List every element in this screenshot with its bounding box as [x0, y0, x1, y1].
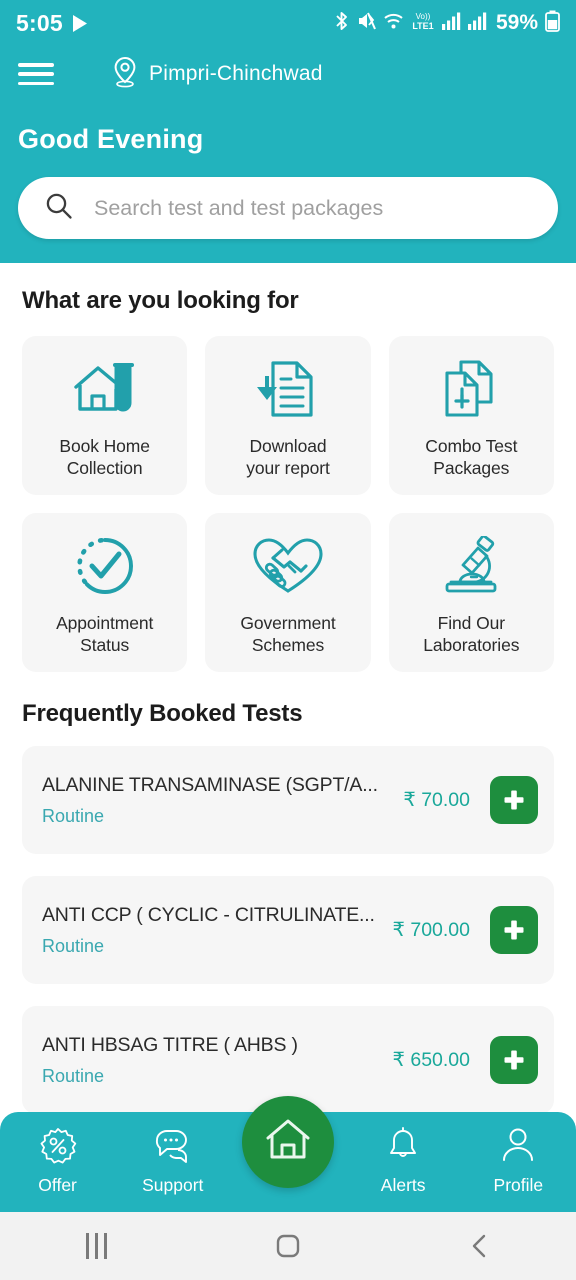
tile-label-line2: Collection	[66, 458, 143, 478]
android-back-icon[interactable]	[420, 1231, 540, 1261]
plus-icon	[504, 920, 524, 940]
document-download-icon	[255, 352, 321, 426]
main-content: What are you looking for Book Home Colle…	[0, 287, 576, 1114]
looking-for-title: What are you looking for	[22, 287, 299, 314]
test-info: ANTI CCP ( CYCLIC - CITRULINATE... Routi…	[42, 904, 393, 957]
android-system-nav	[0, 1212, 576, 1280]
combo-documents-plus-icon	[439, 352, 503, 426]
test-price: ₹ 70.00	[403, 789, 470, 811]
mute-vibrate-icon	[357, 10, 376, 37]
tile-government-schemes[interactable]: Government Schemes	[205, 513, 371, 672]
tile-label: Book Home Collection	[59, 435, 150, 480]
recent-apps-icon[interactable]	[36, 1233, 156, 1259]
search-icon	[44, 191, 74, 226]
tile-download-report[interactable]: Download your report	[205, 336, 371, 495]
tile-label-line2: Packages	[433, 458, 510, 478]
add-test-button[interactable]	[490, 906, 538, 954]
tile-find-laboratories[interactable]: Find Our Laboratories	[388, 513, 554, 672]
tile-label-line2: Status	[80, 635, 130, 655]
tile-label: Appointment Status	[56, 612, 153, 657]
tile-label-line1: Download	[249, 435, 327, 456]
frequently-booked-title: Frequently Booked Tests	[22, 700, 303, 727]
greeting-text: Good Evening	[18, 124, 204, 154]
chat-support-icon	[153, 1126, 193, 1171]
tile-label: Government Schemes	[240, 612, 335, 657]
tile-label-line1: Appointment	[56, 612, 154, 633]
tile-label: Download your report	[246, 435, 330, 480]
frequently-booked-list: ALANINE TRANSAMINASE (SGPT/A... Routine …	[22, 746, 554, 1114]
status-bar-icons: Vo)) LTE1 59%	[333, 10, 560, 37]
test-name: ANTI HBSAG TITRE ( AHBS )	[42, 1033, 298, 1056]
header-topbar: Pimpri-Chinchwad	[18, 46, 558, 102]
test-list-item[interactable]: ALANINE TRANSAMINASE (SGPT/A... Routine …	[22, 746, 554, 854]
nav-item-support[interactable]: Support	[125, 1126, 221, 1196]
nav-item-alerts[interactable]: Alerts	[355, 1126, 451, 1196]
test-type-label: Routine	[42, 935, 105, 956]
tile-label-line1: Find Our	[437, 612, 505, 633]
hamburger-menu-icon[interactable]	[18, 61, 54, 87]
play-store-icon	[72, 14, 89, 33]
nav-label: Alerts	[380, 1175, 426, 1195]
location-selector[interactable]: Pimpri-Chinchwad	[112, 56, 323, 93]
tile-label-line1: Government	[240, 612, 336, 633]
bottom-navigation: Offer Support Alerts Profile	[0, 1096, 576, 1212]
test-type-label: Routine	[42, 1065, 105, 1086]
nav-item-offer[interactable]: Offer	[10, 1126, 106, 1196]
bluetooth-icon	[333, 10, 350, 37]
location-label: Pimpri-Chinchwad	[149, 62, 323, 85]
battery-icon	[545, 10, 560, 37]
wifi-icon	[383, 11, 404, 36]
home-testtube-icon	[72, 352, 138, 426]
add-test-button[interactable]	[490, 1036, 538, 1084]
person-icon	[498, 1126, 538, 1171]
quick-action-grid: Book Home Collection Download your repor…	[22, 336, 554, 672]
check-circle-dashed-icon	[73, 529, 137, 603]
tile-label-line2: Laboratories	[423, 635, 520, 655]
handshake-heart-icon	[251, 529, 325, 603]
tile-label-line2: your report	[246, 458, 330, 478]
test-info: ANTI HBSAG TITRE ( AHBS ) Routine	[42, 1034, 393, 1087]
location-pin-icon	[112, 56, 138, 93]
volte-icon: Vo)) LTE1	[411, 10, 435, 37]
signal-2-icon	[467, 11, 487, 36]
test-name: ANTI CCP ( CYCLIC - CITRULINATE...	[42, 903, 375, 926]
discount-percent-icon	[38, 1126, 78, 1171]
add-test-button[interactable]	[490, 776, 538, 824]
search-input[interactable]	[94, 195, 532, 221]
status-bar-time: 5:05	[16, 9, 63, 36]
tile-label: Combo Test Packages	[425, 435, 517, 480]
signal-1-icon	[441, 11, 461, 36]
plus-icon	[504, 1050, 524, 1070]
app-header: Pimpri-Chinchwad Good Evening	[0, 46, 576, 263]
tile-label-line2: Schemes	[251, 635, 325, 655]
android-home-icon[interactable]	[228, 1231, 348, 1261]
tile-label-line1: Combo Test	[425, 435, 518, 456]
bell-icon	[383, 1126, 423, 1171]
microscope-icon	[438, 529, 504, 603]
svg-text:LTE1: LTE1	[412, 21, 433, 31]
tile-appointment-status[interactable]: Appointment Status	[22, 513, 188, 672]
test-list-item[interactable]: ANTI CCP ( CYCLIC - CITRULINATE... Routi…	[22, 876, 554, 984]
nav-label: Support	[142, 1175, 204, 1195]
home-icon	[263, 1116, 313, 1169]
test-type-label: Routine	[42, 805, 105, 826]
search-bar[interactable]	[18, 177, 558, 239]
test-price: ₹ 700.00	[392, 919, 470, 941]
test-name: ALANINE TRANSAMINASE (SGPT/A...	[42, 773, 378, 796]
home-fab-button[interactable]	[241, 1096, 334, 1188]
nav-item-profile[interactable]: Profile	[470, 1126, 566, 1196]
tile-label: Find Our Laboratories	[423, 612, 519, 657]
nav-label: Offer	[38, 1175, 77, 1195]
tile-label-line1: Book Home	[59, 435, 150, 456]
tile-book-home-collection[interactable]: Book Home Collection	[22, 336, 188, 495]
battery-percent-label: 59%	[495, 11, 538, 34]
test-info: ALANINE TRANSAMINASE (SGPT/A... Routine	[42, 774, 403, 827]
tile-combo-test-packages[interactable]: Combo Test Packages	[388, 336, 554, 495]
plus-icon	[504, 790, 524, 810]
test-price: ₹ 650.00	[392, 1049, 470, 1071]
svg-text:Vo)): Vo))	[416, 12, 431, 21]
status-bar: 5:05 Vo)) LTE1 59%	[0, 0, 576, 46]
nav-label: Profile	[493, 1175, 544, 1195]
